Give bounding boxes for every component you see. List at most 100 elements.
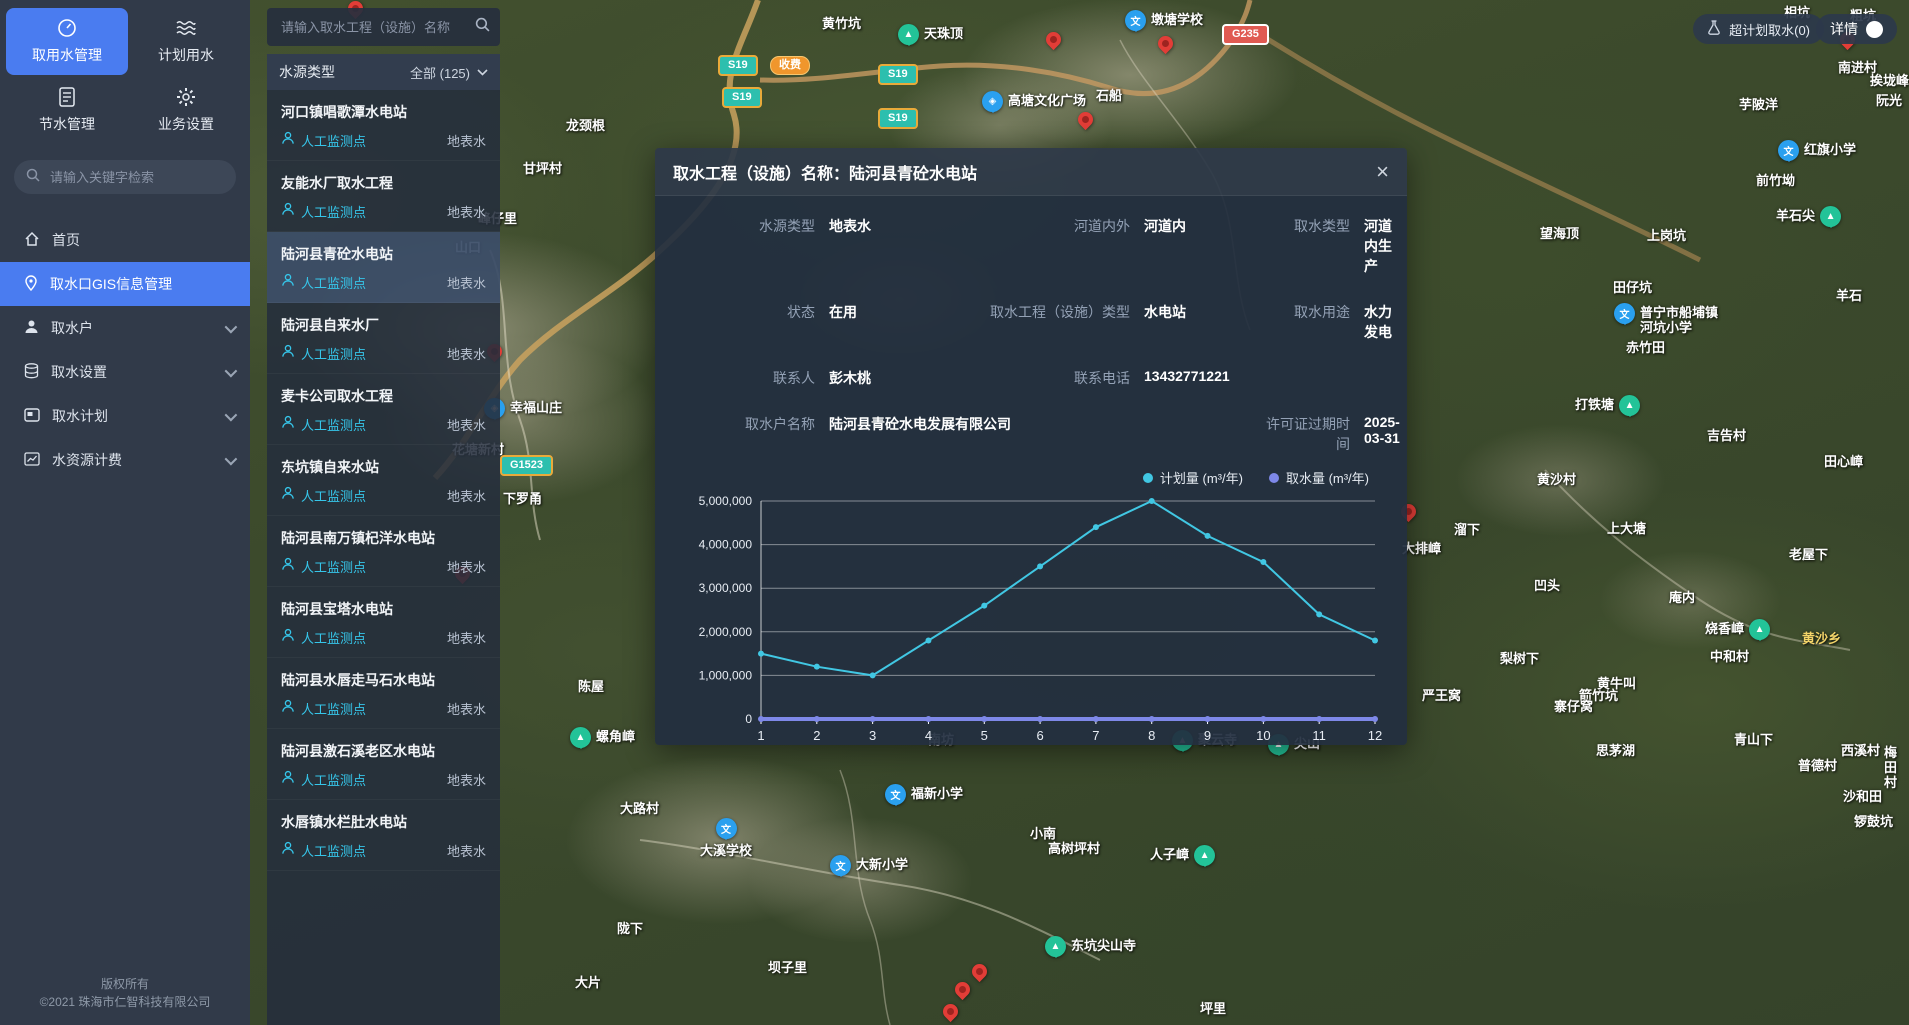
monitor-type: 人工监测点	[301, 486, 366, 505]
field-label: 河道内外	[959, 216, 1144, 276]
station-search[interactable]	[267, 8, 500, 46]
school-pin-icon[interactable]: 文	[830, 855, 851, 876]
filter-value-dropdown[interactable]: 全部 (125)	[410, 63, 488, 82]
station-name: 陆河县自来水厂	[281, 315, 486, 335]
app-tile-2[interactable]: 节水管理	[6, 77, 128, 144]
map-poi-mountain[interactable]: 羊石尖▲	[1776, 206, 1841, 227]
search-icon	[26, 168, 40, 187]
map-place-label: 西溪村	[1841, 743, 1880, 758]
sidebar-search-input[interactable]	[48, 169, 224, 186]
station-list-item[interactable]: 陆河县水唇走马石水电站人工监测点地表水	[267, 658, 500, 729]
person-icon	[281, 415, 295, 434]
map-poi-school[interactable]: 文福新小学	[885, 784, 963, 805]
gear-icon	[176, 87, 196, 107]
modal-fields: 水源类型地表水河道内外河道内取水类型河道内生产状态在用取水工程（设施）类型水电站…	[655, 196, 1407, 454]
water-source-type: 地表水	[447, 273, 486, 292]
map-place-label: 青山下	[1734, 732, 1773, 747]
station-list-item[interactable]: 陆河县激石溪老区水电站人工监测点地表水	[267, 729, 500, 800]
station-list-item[interactable]: 陆河县南万镇杞洋水电站人工监测点地表水	[267, 516, 500, 587]
mountain-pin-icon[interactable]: ▲	[1194, 845, 1215, 866]
mountain-pin-icon[interactable]: ▲	[570, 727, 591, 748]
station-list-item[interactable]: 河口镇唱歌潭水电站人工监测点地表水	[267, 90, 500, 161]
map-poi-mountain[interactable]: 打铁塘▲	[1575, 395, 1640, 416]
station-list-item[interactable]: 陆河县宝塔水电站人工监测点地表水	[267, 587, 500, 658]
field-value: 河道内	[1144, 216, 1259, 276]
map-poi-school[interactable]: 文红旗小学	[1778, 140, 1856, 161]
station-list-item[interactable]: 水唇镇水栏肚水电站人工监测点 地表水	[267, 800, 500, 871]
school-pin-icon[interactable]: 文	[1125, 10, 1146, 31]
person-icon	[281, 699, 295, 718]
person-icon	[281, 202, 295, 221]
sidebar-item-2[interactable]: 取水户	[0, 306, 250, 350]
sidebar-item-1[interactable]: 取水口GIS信息管理	[0, 262, 250, 306]
svg-text:2: 2	[813, 728, 820, 743]
monitor-type: 人工监测点	[301, 628, 366, 647]
map-poi-temple[interactable]: ▲东坑尖山寺	[1045, 936, 1136, 957]
search-icon[interactable]	[475, 17, 490, 37]
sidebar-item-3[interactable]: 取水设置	[0, 350, 250, 394]
road-badge: S19	[718, 55, 758, 76]
detail-toggle[interactable]: 详情	[1816, 14, 1897, 44]
school-pin-icon[interactable]: 文	[885, 784, 906, 805]
field-value: 水电站	[1144, 302, 1259, 342]
svg-text:11: 11	[1312, 728, 1326, 743]
map-poi-mountain[interactable]: ▲螺角嶂	[570, 727, 635, 748]
sidebar-item-0[interactable]: 首页	[0, 218, 250, 262]
station-search-input[interactable]	[279, 19, 467, 36]
detail-toggle-label: 详情	[1830, 19, 1858, 39]
map-poi-school[interactable]: 文大溪学校	[700, 818, 752, 858]
monitor-type: 人工监测点	[301, 557, 366, 576]
legend-item[interactable]: 计划量 (m³/年)	[1143, 468, 1243, 487]
school-pin-icon[interactable]: 文	[1778, 140, 1799, 161]
svg-text:7: 7	[1092, 728, 1099, 743]
road-badge: S19	[878, 64, 918, 85]
map-poi-school[interactable]: 文普宁市船埔镇 河坑小学	[1614, 303, 1718, 335]
mountain-pin-icon[interactable]: ▲	[1619, 395, 1640, 416]
app-tile-1[interactable]: 计划用水	[128, 8, 244, 75]
temple-pin-icon[interactable]: ▲	[1045, 936, 1066, 957]
close-icon[interactable]: ×	[1376, 162, 1389, 182]
sidebar-search[interactable]	[14, 160, 236, 194]
sidebar-item-4[interactable]: 取水计划	[0, 394, 250, 438]
mountain-pin-icon[interactable]: ▲	[898, 24, 919, 45]
over-plan-intake-button[interactable]: 超计划取水(0)	[1693, 14, 1824, 44]
map-poi-mountain[interactable]: 人子嶂 ▲	[1150, 845, 1215, 866]
station-list-panel: 水源类型 全部 (125) 河口镇唱歌潭水电站人工监测点地表水友能水厂取水工程人…	[267, 54, 500, 1025]
menu-label: 首页	[52, 230, 234, 250]
svg-text:2,000,000: 2,000,000	[699, 625, 753, 639]
tile-label: 节水管理	[39, 114, 95, 134]
map-poi-school[interactable]: 文大新小学	[830, 855, 908, 876]
water-source-type: 地表水	[447, 841, 486, 860]
mountain-pin-icon[interactable]: ▲	[1749, 619, 1770, 640]
water-source-type: 地表水	[447, 486, 486, 505]
map-poi-info[interactable]: ◈高塘文化广场	[982, 91, 1086, 112]
monitor-type: 人工监测点	[301, 699, 366, 718]
map-poi-school[interactable]: 文墩塘学校	[1125, 10, 1203, 31]
station-list-item[interactable]: 麦卡公司取水工程人工监测点地表水	[267, 374, 500, 445]
station-list-item[interactable]: 陆河县自来水厂人工监测点地表水	[267, 303, 500, 374]
field-label: 取水工程（设施）类型	[959, 302, 1144, 342]
map-place-label: 中和村	[1710, 649, 1749, 664]
intake-chart: 计划量 (m³/年)取水量 (m³/年) 01,000,0002,000,000…	[655, 454, 1407, 760]
legend-item[interactable]: 取水量 (m³/年)	[1269, 468, 1369, 487]
toggle-knob-icon[interactable]	[1866, 21, 1883, 38]
school-pin-icon[interactable]: 文	[1614, 303, 1635, 324]
school-pin-icon[interactable]: 文	[716, 818, 737, 839]
sidebar-item-5[interactable]: 水资源计费	[0, 438, 250, 482]
map-place-label: 芋陂洋	[1739, 97, 1778, 112]
station-name: 水唇镇水栏肚水电站	[281, 812, 486, 832]
monitor-type: 人工监测点	[301, 841, 366, 860]
station-list-item[interactable]: 友能水厂取水工程人工监测点地表水	[267, 161, 500, 232]
app-tile-0[interactable]: 取用水管理	[6, 8, 128, 75]
mountain-pin-icon[interactable]: ▲	[1820, 206, 1841, 227]
station-list-item[interactable]: 东坑镇自来水站人工监测点地表水	[267, 445, 500, 516]
app-tile-3[interactable]: 业务设置	[128, 77, 244, 144]
app-tiles: 取用水管理计划用水节水管理 业务设置	[0, 0, 250, 146]
field-label: 状态	[679, 302, 829, 342]
menu-label: 取水口GIS信息管理	[50, 274, 234, 294]
map-poi-mountain[interactable]: 烧香嶂▲	[1705, 619, 1770, 640]
info-pin-icon[interactable]: ◈	[982, 91, 1003, 112]
poi-label: 人子嶂	[1150, 847, 1189, 862]
map-poi-mountain[interactable]: ▲天珠顶	[898, 24, 963, 45]
station-list-item[interactable]: 陆河县青砼水电站人工监测点地表水	[267, 232, 500, 303]
